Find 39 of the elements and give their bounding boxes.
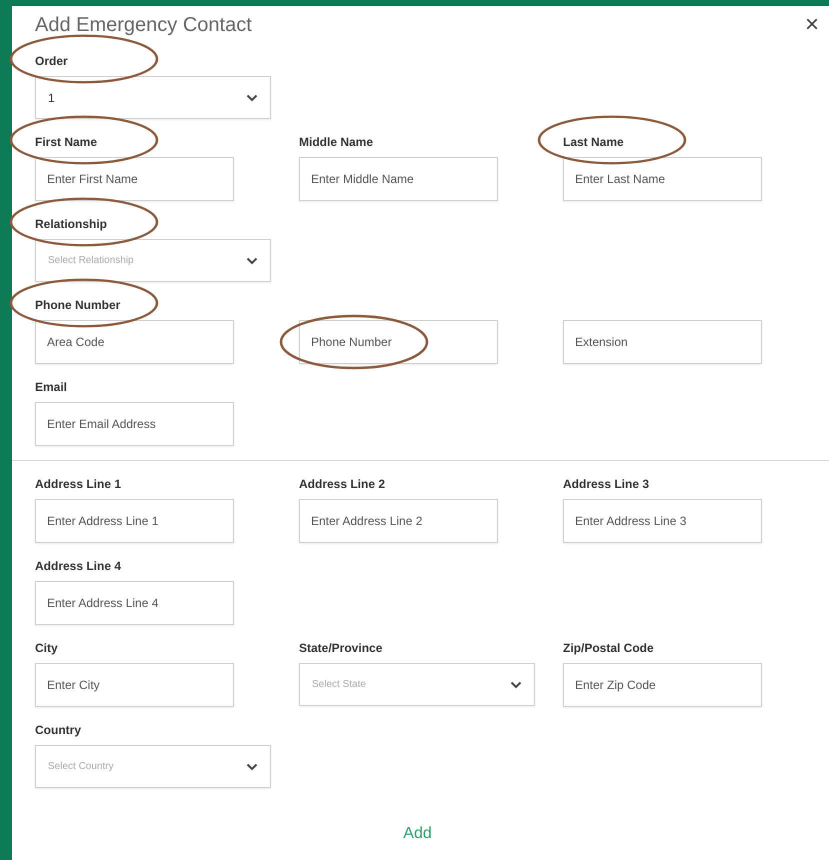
input-field[interactable]: Enter Address Line 1 (35, 499, 234, 543)
field-label: Last Name (563, 134, 624, 151)
field-label: Address Line 3 (563, 476, 650, 493)
field-label: Address Line 4 (35, 558, 122, 575)
field-label: Country (35, 722, 81, 739)
field-label: Middle Name (299, 134, 374, 151)
add-button[interactable]: Add (403, 822, 432, 846)
chevron-down-icon (246, 256, 258, 264)
input-field[interactable]: Phone Number (299, 320, 498, 364)
input-field[interactable]: Enter Email Address (35, 402, 234, 446)
input-field[interactable]: Enter Address Line 2 (299, 499, 498, 543)
close-button[interactable]: × (804, 13, 819, 37)
input-field[interactable]: Enter Address Line 3 (563, 499, 762, 543)
field-label: Relationship (35, 216, 108, 233)
input-field[interactable]: Enter First Name (35, 157, 234, 201)
field-label: Phone Number (35, 297, 120, 314)
input-field[interactable]: Extension (563, 320, 762, 364)
select-field[interactable]: Select State (299, 663, 535, 706)
input-field[interactable]: Enter City (35, 663, 234, 707)
input-field[interactable]: Enter Zip Code (563, 663, 762, 707)
select-field[interactable]: Select Country (35, 745, 271, 788)
field-label: Email (35, 379, 68, 396)
field-label: Address Line 2 (299, 476, 386, 493)
dialog-title: Add Emergency Contact (35, 13, 252, 38)
field-label: First Name (35, 134, 98, 151)
field-label: Address Line 1 (35, 476, 122, 493)
input-field[interactable]: Enter Middle Name (299, 157, 498, 201)
field-label: City (35, 640, 58, 657)
chevron-down-icon (246, 762, 258, 770)
chevron-down-icon (246, 94, 258, 102)
field-label: State/Province (299, 640, 382, 657)
input-field[interactable]: Enter Last Name (563, 157, 762, 201)
field-label: Order (35, 53, 68, 70)
input-field[interactable]: Area Code (35, 320, 234, 364)
chevron-down-icon (510, 680, 522, 688)
field-label: Zip/Postal Code (563, 640, 654, 657)
select-field[interactable]: 1 (35, 76, 271, 119)
input-field[interactable]: Enter Address Line 4 (35, 581, 234, 625)
select-field[interactable]: Select Relationship (35, 239, 271, 282)
